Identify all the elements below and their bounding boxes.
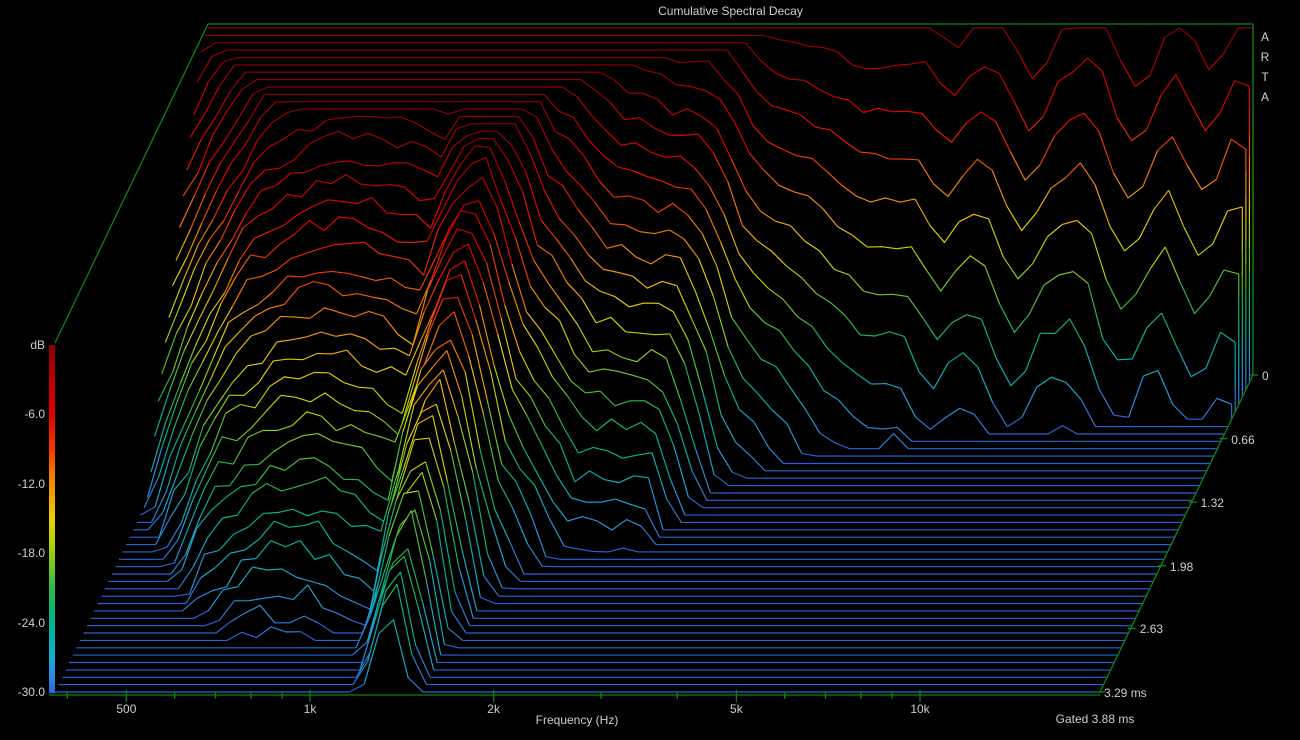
freq-tick-label: 500 [96,702,156,716]
db-tick-label: -30.0 [0,685,45,699]
db-color-scale [49,345,55,693]
db-tick-label: -12.0 [0,477,45,491]
time-tick-label: 3.29 ms [1104,686,1147,700]
page-title: Cumulative Spectral Decay [208,4,1253,18]
freq-tick-label: 5k [706,702,766,716]
csd-canvas [0,0,1300,740]
db-tick-label: -6.0 [0,407,45,421]
db-tick-label: -18.0 [0,546,45,560]
time-tick-label: 2.63 [1140,622,1163,636]
frequency-axis-label: Frequency (Hz) [277,713,877,727]
freq-tick-label: 10k [890,702,950,716]
time-tick-label: 0.66 [1231,433,1254,447]
waterfall [55,28,1253,692]
freq-tick-label: 1k [280,702,340,716]
time-tick-label: 1.32 [1201,496,1224,510]
time-tick-label: 1.98 [1170,560,1193,574]
time-tick-label: 0 [1262,369,1269,383]
arta-watermark-letter: R [1257,50,1273,64]
gated-time-label: Gated 3.88 ms [1000,712,1190,726]
db-axis-label: dB [0,338,45,352]
arta-watermark-letter: A [1257,90,1273,104]
db-tick-label: -24.0 [0,616,45,630]
arta-watermark-letter: A [1257,30,1273,44]
csd-slice [55,620,1100,692]
arta-watermark-letter: T [1257,70,1273,84]
freq-tick-label: 2k [464,702,524,716]
csd-plot-window: Cumulative Spectral Decay dB Frequency (… [0,0,1300,740]
